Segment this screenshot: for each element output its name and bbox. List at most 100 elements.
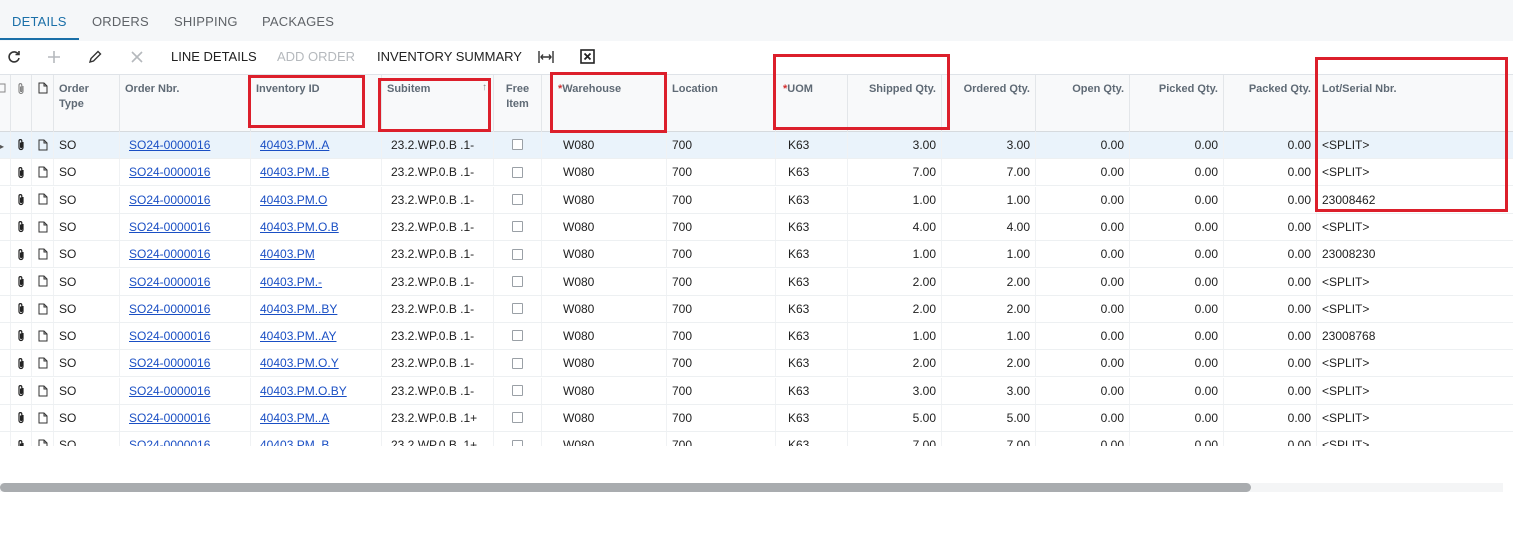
location-cell[interactable]: 700 [666,377,775,404]
header-note[interactable] [31,75,53,132]
uom-cell[interactable]: K63 [775,350,847,377]
ordered-qty-cell[interactable]: 7.00 [941,432,1035,446]
header-subitem[interactable]: Subitem ↑ [381,75,493,132]
header-shipped-qty[interactable]: Shipped Qty. [847,75,941,132]
order-type-cell[interactable]: SO [53,132,119,158]
packed-qty-cell[interactable]: 0.00 [1223,295,1316,322]
header-order-type[interactable]: Order Type [53,75,119,132]
table-row[interactable]: SO SO24-0000016 40403.PM..BY 23.2.WP.0.B .1… [0,295,1513,323]
paperclip-icon[interactable] [10,241,31,268]
checkbox[interactable] [512,221,523,233]
paperclip-icon[interactable] [10,159,31,186]
checkbox[interactable] [512,166,523,178]
header-free-item[interactable]: Free Item [493,75,541,132]
inventory-id-link[interactable]: 40403.PM.- [260,275,322,289]
paperclip-icon[interactable] [10,213,31,240]
table-row[interactable]: SO SO24-0000016 40403.PM..AY 23.2.WP.0.B .1… [0,323,1513,351]
inventory-id-link[interactable]: 40403.PM [260,247,315,261]
inventory-id-link[interactable]: 40403.PM..AY [250,323,381,350]
order-type-cell[interactable]: SO [53,241,119,268]
row-selector[interactable] [0,405,10,431]
checkbox[interactable] [512,385,523,397]
uom-cell[interactable]: K63 [775,432,847,446]
checkbox[interactable] [512,330,523,342]
free-item-checkbox[interactable] [493,159,541,186]
order-nbr-link[interactable]: SO24-0000016 [129,220,210,234]
shipped-qty-cell[interactable]: 3.00 [847,132,941,158]
subitem-cell[interactable]: 23.2.WP.0.B .1- [381,213,493,240]
lot-serial-cell[interactable]: 23008230 [1316,241,1513,268]
ordered-qty-cell[interactable]: 1.00 [941,186,1035,213]
checkbox[interactable] [512,412,523,424]
paperclip-icon[interactable] [10,295,31,322]
inventory-id-link[interactable]: 40403.PM..A [250,132,381,158]
note-icon[interactable] [31,159,53,186]
ordered-qty-cell[interactable]: 7.00 [941,159,1035,186]
open-qty-cell[interactable]: 0.00 [1035,377,1129,404]
order-nbr-link[interactable]: SO24-0000016 [119,213,250,240]
order-type-cell[interactable]: SO [53,405,119,431]
packed-qty-cell[interactable]: 0.00 [1223,350,1316,377]
line-details-button[interactable]: LINE DETAILS [171,41,257,73]
uom-cell[interactable]: K63 [775,241,847,268]
header-location[interactable]: Location [666,75,775,132]
inventory-id-link[interactable]: 40403.PM..BY [250,295,381,322]
uom-cell[interactable]: K63 [775,132,847,158]
lot-serial-cell[interactable]: <SPLIT> [1316,350,1513,377]
location-cell[interactable]: 700 [666,295,775,322]
inventory-id-link[interactable]: 40403.PM..AY [260,329,337,343]
paperclip-icon[interactable] [10,186,31,213]
subitem-cell[interactable]: 23.2.WP.0.B .1- [381,241,493,268]
picked-qty-cell[interactable]: 0.00 [1129,350,1223,377]
inventory-id-link[interactable]: 40403.PM.O.Y [250,350,381,377]
table-row[interactable]: SO SO24-0000016 40403.PM.O.B 23.2.WP.0.B .1… [0,213,1513,241]
subitem-cell[interactable]: 23.2.WP.0.B .1+ [381,432,493,446]
shipped-qty-cell[interactable]: 1.00 [847,186,941,213]
shipped-qty-cell[interactable]: 2.00 [847,268,941,295]
location-cell[interactable]: 700 [666,241,775,268]
location-cell[interactable]: 700 [666,213,775,240]
order-nbr-link[interactable]: SO24-0000016 [129,411,210,425]
paperclip-icon[interactable] [10,377,31,404]
uom-cell[interactable]: K63 [775,159,847,186]
header-open-qty[interactable]: Open Qty. [1035,75,1129,132]
lot-serial-cell[interactable]: <SPLIT> [1316,432,1513,446]
note-icon[interactable] [31,350,53,377]
order-type-cell[interactable]: SO [53,186,119,213]
shipped-qty-cell[interactable]: 1.00 [847,241,941,268]
order-nbr-link[interactable]: SO24-0000016 [129,329,210,343]
tab-shipping[interactable]: SHIPPING [162,0,250,40]
order-nbr-link[interactable]: SO24-0000016 [129,275,210,289]
picked-qty-cell[interactable]: 0.00 [1129,159,1223,186]
order-nbr-link[interactable]: SO24-0000016 [129,165,210,179]
uom-cell[interactable]: K63 [775,377,847,404]
lot-serial-cell[interactable]: <SPLIT> [1316,159,1513,186]
checkbox[interactable] [512,139,523,151]
row-selector[interactable] [0,350,10,376]
free-item-checkbox[interactable] [493,377,541,404]
picked-qty-cell[interactable]: 0.00 [1129,241,1223,268]
header-warehouse[interactable]: *Warehouse [541,75,666,132]
fit-columns-icon[interactable] [537,41,555,73]
warehouse-cell[interactable]: W080 [541,405,666,431]
plus-icon[interactable] [46,41,62,73]
inventory-id-link[interactable]: 40403.PM.O [260,193,327,207]
row-selector[interactable] [0,187,10,213]
order-nbr-link[interactable]: SO24-0000016 [119,241,250,268]
add-order-button[interactable]: ADD ORDER [277,41,355,73]
uom-cell[interactable]: K63 [775,405,847,431]
free-item-checkbox[interactable] [493,432,541,446]
header-picked-qty[interactable]: Picked Qty. [1129,75,1223,132]
lot-serial-cell[interactable]: <SPLIT> [1316,213,1513,240]
order-nbr-link[interactable]: SO24-0000016 [119,295,250,322]
pencil-icon[interactable] [87,41,103,73]
checkbox[interactable] [512,357,523,369]
packed-qty-cell[interactable]: 0.00 [1223,186,1316,213]
paperclip-icon[interactable] [10,405,31,431]
picked-qty-cell[interactable]: 0.00 [1129,323,1223,350]
shipped-qty-cell[interactable]: 2.00 [847,295,941,322]
tab-details[interactable]: DETAILS [0,0,79,40]
free-item-checkbox[interactable] [493,213,541,240]
packed-qty-cell[interactable]: 0.00 [1223,432,1316,446]
inventory-id-link[interactable]: 40403.PM.O.Y [260,356,339,370]
